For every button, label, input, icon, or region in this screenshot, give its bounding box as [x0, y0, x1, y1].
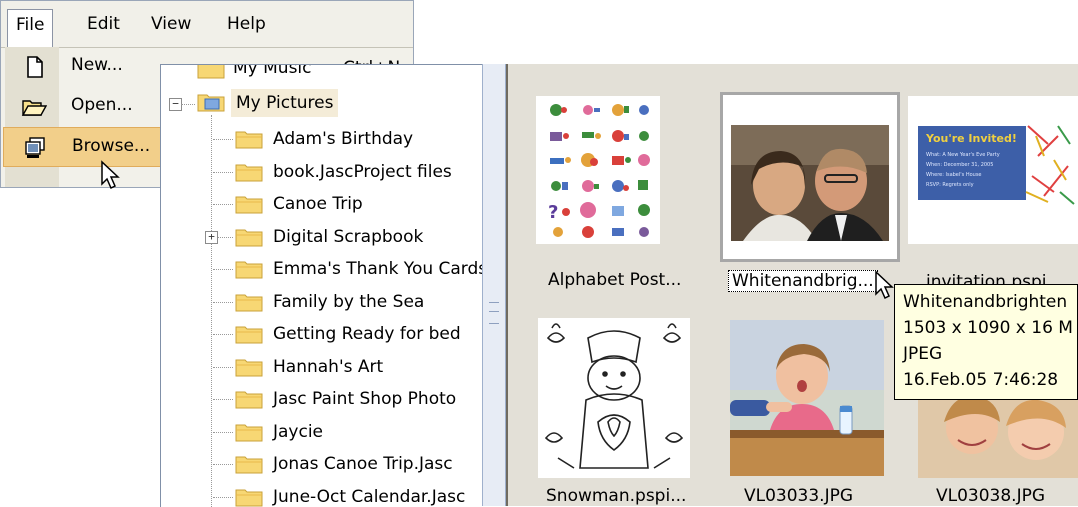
wedding-photo-image [723, 95, 897, 259]
menu-item-new[interactable]: New... [3, 47, 181, 87]
folder-icon [235, 261, 263, 279]
pictures-folder-icon [197, 94, 225, 112]
tree-guide-line-branch [213, 334, 233, 335]
thumbnail-snowman[interactable] [538, 318, 690, 478]
new-file-icon [27, 56, 43, 78]
thumbnail-alphabet-poster[interactable]: ? [536, 96, 660, 244]
tree-item-label: Jaycie [273, 422, 324, 442]
folder-icon [235, 196, 263, 214]
thumbnail-vl03033[interactable] [730, 320, 884, 476]
tree-guide-line-branch [213, 139, 233, 140]
invitation-line-1: What: A New Year's Eve Party [926, 152, 1000, 158]
folder-tree: My Music − My Pictures Adam's Birthday bo… [160, 64, 513, 507]
mouse-pointer-icon [101, 160, 120, 190]
tree-item-my-music-label: My Music [233, 64, 312, 78]
thumbnail-invitation[interactable]: You're Invited! What: A New Year's Eve P… [908, 96, 1078, 244]
tree-guide-line-branch [213, 204, 233, 205]
tree-guide-line-root [181, 104, 195, 105]
menu-item-open[interactable]: Open... [3, 87, 181, 127]
browse-icon [25, 137, 45, 158]
folder-icon [235, 294, 263, 312]
tree-guide-line-branch [213, 269, 233, 270]
child-photo-image [730, 320, 884, 476]
tree-guide-line-branch [213, 497, 233, 498]
invitation-line-2: When: December 31, 2005 [926, 162, 993, 168]
tree-item-label: Jasc Paint Shop Photo [273, 389, 457, 409]
svg-text:?: ? [548, 202, 558, 223]
invitation-image: You're Invited! What: A New Year's Eve P… [908, 96, 1078, 244]
menu-edit-label: Edit [87, 14, 120, 34]
tooltip-date: 16.Feb.05 7:46:28 [903, 370, 1059, 390]
menu-help-label: Help [227, 14, 266, 34]
tree-item-label: Canoe Trip [273, 194, 363, 214]
tooltip-dimensions: 1503 x 1090 x 16 M [903, 318, 1073, 338]
folder-icon [235, 391, 263, 409]
menu-view-label: View [151, 14, 192, 34]
invitation-line-4: RSVP: Regrets only [926, 182, 974, 188]
thumbnail-whitenandbrighten[interactable] [720, 92, 900, 262]
menu-edit[interactable]: Edit [79, 9, 128, 39]
tree-item-label: Digital Scrapbook [273, 227, 424, 247]
music-folder-icon [197, 65, 225, 79]
tree-item-label: Getting Ready for bed [273, 324, 461, 344]
tree-guide-line-branch [213, 464, 233, 465]
tree-item-label: book.JascProject files [273, 162, 452, 182]
tooltip-format: JPEG [903, 344, 943, 364]
menu-item-new-label: New... [71, 55, 123, 75]
file-info-tooltip: Whitenandbrighten 1503 x 1090 x 16 M JPE… [894, 284, 1078, 400]
menubar: File Edit View Help [1, 1, 413, 48]
alphabet-poster-image: ? [536, 96, 660, 244]
tree-item-label: Hannah's Art [273, 357, 384, 377]
invitation-title: You're Invited! [925, 132, 1017, 145]
thumbnail-label-snowman[interactable]: Snowman.pspi... [546, 486, 686, 506]
thumbnail-label-whitenandbrighten[interactable]: Whitenandbrig... [728, 270, 878, 292]
tree-item-label: June-Oct Calendar.Jasc [273, 487, 466, 507]
tree-guide-line-branch [213, 399, 233, 400]
tree-item-label: Jonas Canoe Trip.Jasc [273, 454, 453, 474]
folder-icon [235, 164, 263, 182]
file-dropdown: New... Open... Browse... [3, 47, 183, 187]
expand-toggle[interactable]: + [205, 231, 218, 244]
tree-item-label: Adam's Birthday [273, 129, 414, 149]
tree-item-label: Family by the Sea [273, 292, 425, 312]
invitation-line-3: Where: Isabel's House [926, 172, 982, 178]
thumbnail-vl03038[interactable] [918, 392, 1078, 478]
menu-file-label: File [16, 15, 45, 35]
folder-icon [235, 326, 263, 344]
children-photo-image [918, 392, 1078, 478]
tree-guide-line [211, 115, 212, 507]
tree-guide-line-branch [213, 367, 233, 368]
tree-guide-line-branch [213, 302, 233, 303]
folder-icon [235, 424, 263, 442]
menu-item-open-label: Open... [71, 95, 133, 115]
thumbnail-label-vl03038[interactable]: VL03038.JPG [936, 486, 1045, 506]
folder-icon [235, 489, 263, 507]
menu-item-browse-label: Browse... [72, 136, 151, 156]
menu-item-browse[interactable]: Browse... [3, 127, 181, 167]
folder-icon [235, 229, 263, 247]
menu-help[interactable]: Help [219, 9, 274, 39]
tree-item-my-pictures[interactable]: My Pictures [231, 89, 339, 117]
folder-icon [235, 131, 263, 149]
open-folder-icon [21, 100, 47, 116]
panel-splitter[interactable] [482, 64, 506, 506]
tree-guide-line-branch [213, 432, 233, 433]
menu-file[interactable]: File [7, 9, 54, 47]
mouse-pointer-icon-gallery [875, 270, 894, 300]
menu-view[interactable]: View [143, 9, 199, 39]
tree-item-label: Emma's Thank You Cards [273, 259, 488, 279]
folder-icon [235, 359, 263, 377]
snowman-image [538, 318, 690, 478]
tooltip-filename: Whitenandbrighten [903, 292, 1068, 312]
thumbnail-label-vl03033[interactable]: VL03033.JPG [744, 486, 853, 506]
tree-guide-line-branch [213, 172, 233, 173]
folder-icon [235, 456, 263, 474]
tree-item-my-pictures-label: My Pictures [236, 93, 334, 113]
splitter-grip[interactable] [489, 302, 499, 324]
thumbnail-label-alphabet[interactable]: Alphabet Post... [548, 270, 681, 290]
